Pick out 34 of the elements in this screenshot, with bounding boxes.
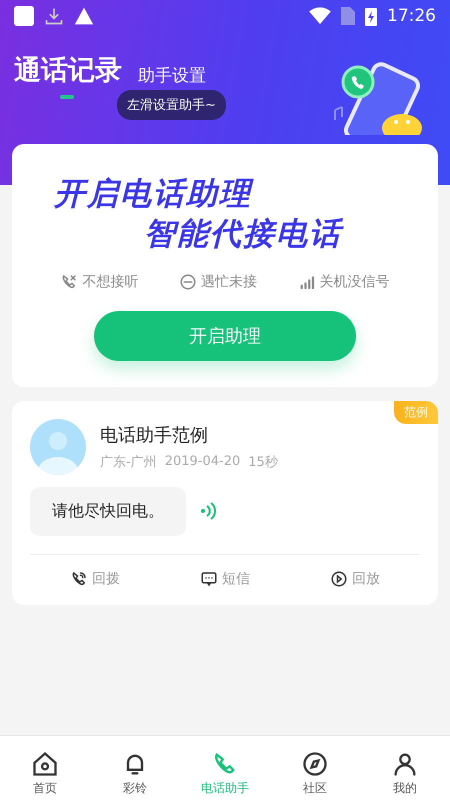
play-circle-icon [330,570,348,588]
minus-circle-icon [178,272,197,291]
home-icon [31,750,59,778]
phone-icon [70,570,88,588]
chat-icon [200,570,218,588]
headline: 开启电话助理 [52,175,255,214]
phone-crossed-icon [60,272,78,291]
warning-icon [74,6,94,26]
tab[interactable]: 助手设置 [138,67,206,86]
tab-indicator [60,95,74,99]
call-location: 广东-广州 [100,454,157,471]
status-time: 17:26 [387,6,436,26]
wifi-icon [309,7,331,25]
call-date: 2019-04-20 [164,454,240,470]
message-bubble: 请他尽快回电。 [30,486,186,536]
sim-icon [341,7,355,25]
voice-icon[interactable] [200,501,216,522]
feature-label: 遇忙未接 [200,272,257,291]
download-icon [44,6,64,26]
example-badge: 范例 [394,400,438,424]
tooltip: 左滑设置助手~ [117,90,226,120]
nav-item[interactable]: 我的 [370,749,440,798]
tab[interactable]: 通话记录 [14,56,122,86]
feature-label: 不想接听 [82,272,138,291]
contact-name: 电话助手范例 [100,424,209,447]
app-icon [14,6,34,26]
nav-item[interactable]: 彩铃 [100,749,170,798]
nav-item[interactable]: 首页 [10,749,80,798]
battery-icon [365,6,377,26]
call-duration: 15秒 [248,454,278,471]
nav-item[interactable]: 社区 [280,749,350,798]
feature-label: 关机没信号 [320,272,390,291]
subheadline: 智能代接电话 [143,215,345,254]
compass-icon [301,750,329,778]
